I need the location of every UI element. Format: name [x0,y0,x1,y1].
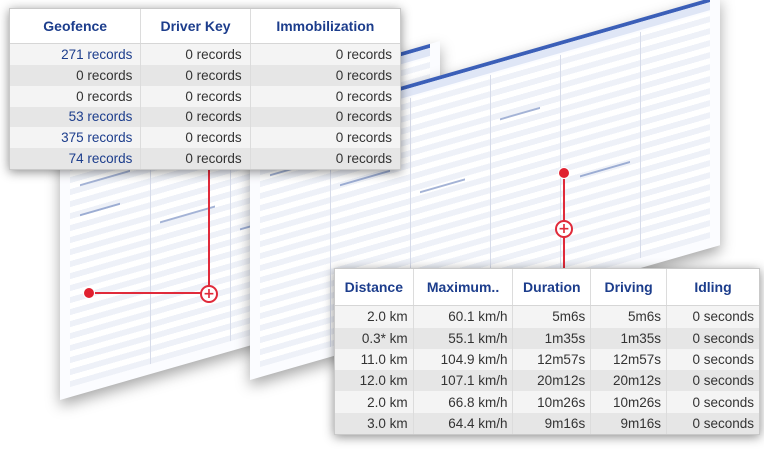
duration-cell: 12m57s [512,348,592,371]
distance-cell: 0.3* km [335,327,414,349]
column-header-immobilization[interactable]: Immobilization [250,9,400,44]
zoom-table-bottom: Distance Maximum.. Duration Driving Idli… [334,268,760,435]
table-row: 0 records 0 records 0 records [10,64,400,86]
duration-cell: 1m35s [512,327,592,349]
driving-cell: 20m12s [590,370,667,392]
geofence-cell[interactable]: 271 records [10,43,142,65]
max-speed-cell: 64.4 km/h [413,412,514,434]
distance-cell: 3.0 km [335,412,414,434]
driver-key-cell: 0 records [140,127,251,149]
table-row: 74 records 0 records 0 records [10,148,400,169]
driving-cell: 12m57s [590,348,667,371]
column-header-distance[interactable]: Distance [335,269,414,306]
max-speed-cell: 107.1 km/h [413,370,514,392]
geofence-cell: 0 records [10,64,142,86]
max-speed-cell: 60.1 km/h [413,305,514,328]
driver-key-cell: 0 records [140,64,251,86]
idling-cell: 0 seconds [666,348,759,371]
geofence-cell[interactable]: 53 records [10,106,142,128]
immobilization-cell: 0 records [250,106,400,128]
idling-cell: 0 seconds [666,305,759,328]
geofence-cell: 0 records [10,85,142,107]
max-speed-cell: 66.8 km/h [413,391,514,413]
table-row: 0 records 0 records 0 records [10,85,400,107]
table-row: 12.0 km 107.1 km/h 20m12s 20m12s 0 secon… [335,370,759,392]
table-header-row: Distance Maximum.. Duration Driving Idli… [335,269,759,306]
distance-cell: 12.0 km [335,370,414,392]
table-row: 2.0 km 60.1 km/h 5m6s 5m6s 0 seconds [335,305,759,328]
callout-dot-left [84,288,94,298]
geofence-cell[interactable]: 375 records [10,127,142,149]
immobilization-cell: 0 records [250,85,400,107]
column-header-driver-key[interactable]: Driver Key [140,9,251,44]
trips-table: Distance Maximum.. Duration Driving Idli… [335,269,759,434]
driving-cell: 9m16s [590,412,667,434]
table-row: 11.0 km 104.9 km/h 12m57s 12m57s 0 secon… [335,348,759,371]
max-speed-cell: 104.9 km/h [413,348,514,371]
duration-cell: 10m26s [512,391,592,413]
immobilization-cell: 0 records [250,64,400,86]
driving-cell: 5m6s [590,305,667,328]
duration-cell: 9m16s [512,412,592,434]
zoom-plus-icon: + [555,220,573,238]
callout-dot-right [559,168,569,178]
idling-cell: 0 seconds [666,370,759,392]
table-row: 0.3* km 55.1 km/h 1m35s 1m35s 0 seconds [335,327,759,349]
max-speed-cell: 55.1 km/h [413,327,514,349]
immobilization-cell: 0 records [250,43,400,65]
zoom-table-top: Geofence Driver Key Immobilization 271 r… [9,8,401,170]
zoom-plus-icon: + [200,285,218,303]
idling-cell: 0 seconds [666,391,759,413]
table-row: 3.0 km 64.4 km/h 9m16s 9m16s 0 seconds [335,412,759,434]
callout-line-top-vertical [208,166,210,292]
records-table: Geofence Driver Key Immobilization 271 r… [10,9,400,169]
idling-cell: 0 seconds [666,412,759,434]
column-header-idling[interactable]: Idling [666,269,759,306]
table-header-row: Geofence Driver Key Immobilization [10,9,400,44]
distance-cell: 2.0 km [335,305,414,328]
driving-cell: 10m26s [590,391,667,413]
table-row: 375 records 0 records 0 records [10,127,400,149]
duration-cell: 5m6s [512,305,592,328]
table-row: 271 records 0 records 0 records [10,43,400,65]
driver-key-cell: 0 records [140,43,251,65]
distance-cell: 2.0 km [335,391,414,413]
driver-key-cell: 0 records [140,148,251,169]
driver-key-cell: 0 records [140,85,251,107]
column-header-geofence[interactable]: Geofence [10,9,142,44]
idling-cell: 0 seconds [666,327,759,349]
driver-key-cell: 0 records [140,106,251,128]
callout-line-top-horizontal [88,292,208,294]
immobilization-cell: 0 records [250,127,400,149]
duration-cell: 20m12s [512,370,592,392]
geofence-cell[interactable]: 74 records [10,148,142,169]
driving-cell: 1m35s [590,327,667,349]
column-header-duration[interactable]: Duration [512,269,592,306]
column-header-driving[interactable]: Driving [590,269,667,306]
table-row: 2.0 km 66.8 km/h 10m26s 10m26s 0 seconds [335,391,759,413]
column-header-maximum-speed[interactable]: Maximum.. [413,269,514,306]
immobilization-cell: 0 records [250,148,400,169]
table-row: 53 records 0 records 0 records [10,106,400,128]
distance-cell: 11.0 km [335,348,414,371]
